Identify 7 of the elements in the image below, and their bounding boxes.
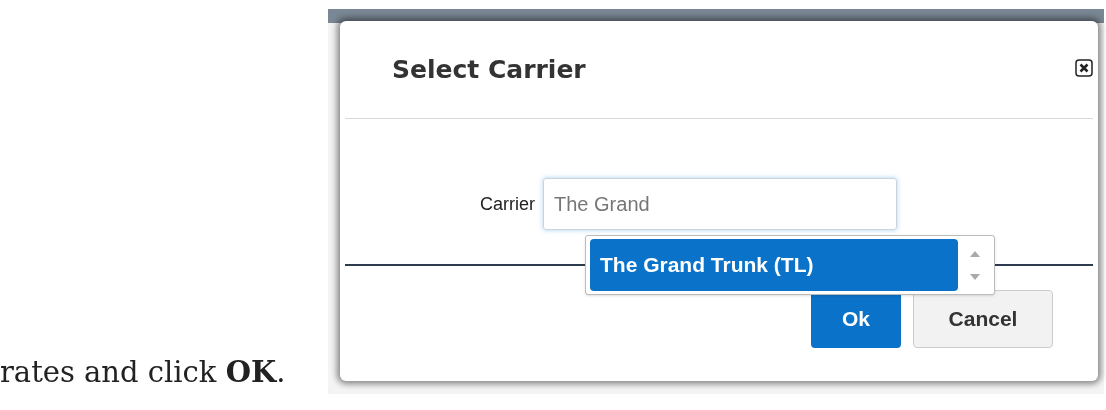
suggestion-item[interactable]: The Grand Trunk (TL): [590, 239, 958, 291]
dialog-title: Select Carrier: [392, 53, 586, 86]
instruction-text: rates and click OK.: [0, 353, 287, 391]
cancel-button[interactable]: Cancel: [913, 290, 1053, 348]
close-icon[interactable]: [1075, 58, 1093, 77]
field-label: Carrier: [480, 192, 535, 216]
carrier-input[interactable]: The Grand: [543, 178, 897, 230]
